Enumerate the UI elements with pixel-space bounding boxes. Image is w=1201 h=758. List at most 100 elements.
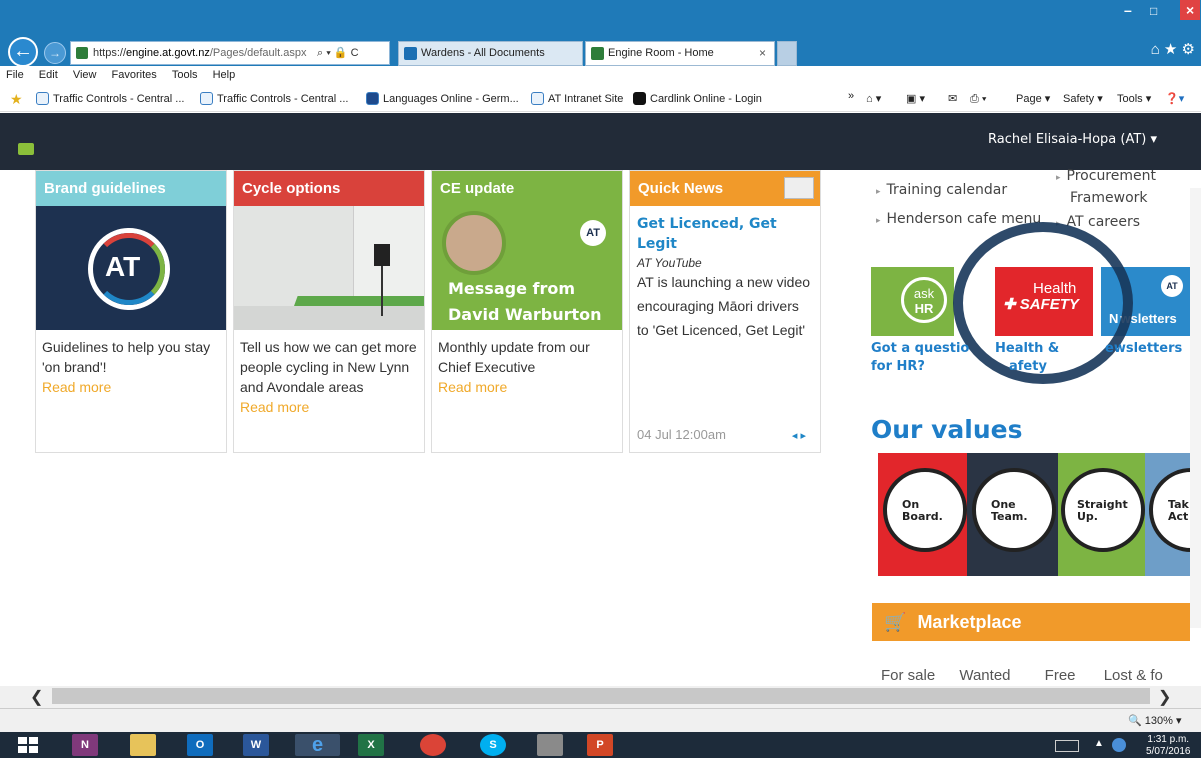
site-settings-icon[interactable]	[18, 143, 34, 155]
scroll-thumb[interactable]	[52, 688, 1150, 704]
search-lock-refresh-icons[interactable]: ⌕ ▾ 🔒 C	[317, 42, 359, 64]
file-explorer-icon[interactable]	[130, 734, 156, 756]
url-prefix: https://	[93, 47, 127, 59]
ask-hr-caption[interactable]: Got a questio for HR?	[871, 340, 969, 376]
favorite-link[interactable]: Traffic Controls - Central ...	[200, 91, 348, 107]
card-title[interactable]: Cycle options	[234, 171, 424, 206]
mail-icon[interactable]: ✉	[948, 91, 957, 107]
tab-wardens[interactable]: Wardens - All Documents	[398, 41, 583, 66]
new-tab-button[interactable]	[777, 41, 797, 66]
command-bar-overflow[interactable]: »	[848, 88, 854, 104]
word-icon[interactable]: W	[243, 734, 269, 756]
favorite-link[interactable]: AT Intranet Site	[531, 91, 623, 107]
languages-online-icon	[366, 92, 379, 105]
menu-favorites[interactable]: Favorites	[112, 66, 157, 84]
logo-text: AT	[105, 251, 141, 282]
link-training-calendar[interactable]: ▸ Training calendar	[876, 182, 1007, 198]
favorites-bar: ★ Traffic Controls - Central ... Traffic…	[0, 88, 1201, 112]
favorite-link[interactable]: Languages Online - Germ...	[366, 91, 519, 107]
read-more-link[interactable]: Read more	[438, 379, 507, 395]
card-cycle-options[interactable]: Cycle options Tell us how we can get mor…	[233, 170, 425, 453]
tab-engine-room[interactable]: Engine Room - Home ×	[585, 41, 775, 66]
ie-page-icon	[36, 92, 49, 105]
market-tab-free[interactable]: Free	[1045, 667, 1076, 684]
chrome-icon[interactable]	[420, 734, 446, 756]
market-tab-wanted[interactable]: Wanted	[959, 667, 1010, 684]
onenote-icon[interactable]: N	[72, 734, 98, 756]
news-description: AT is launching a new video encouraging …	[637, 274, 811, 338]
vertical-scrollbar[interactable]	[1190, 188, 1201, 628]
our-values-heading: Our values	[871, 415, 1023, 444]
print-dropdown-icon[interactable]: ⎙ ▾	[970, 91, 986, 107]
newsletters-caption[interactable]: ewsletters	[1105, 340, 1182, 358]
menu-view[interactable]: View	[73, 66, 97, 84]
news-nav-arrows[interactable]: ◂ ▸	[792, 429, 806, 442]
tab-label: Engine Room - Home	[608, 47, 714, 59]
card-title[interactable]: Brand guidelines	[36, 171, 226, 206]
menu-edit[interactable]: Edit	[39, 66, 58, 84]
scroll-left-icon[interactable]: ❮	[30, 687, 43, 707]
menu-help[interactable]: Help	[213, 66, 236, 84]
tray-app-icon[interactable]	[1112, 738, 1126, 752]
menu-file[interactable]: File	[6, 66, 24, 84]
tools-menu[interactable]: Tools ▾	[1117, 91, 1151, 107]
news-date: 04 Jul 12:00am	[637, 427, 726, 442]
tray-expand-icon[interactable]: ▲	[1094, 738, 1104, 749]
windows-start-icon[interactable]	[18, 737, 38, 753]
scroll-right-icon[interactable]: ❯	[1158, 687, 1171, 707]
marketplace-header[interactable]: 🛒 Marketplace	[872, 603, 1190, 641]
ask-hr-tile[interactable]: ask HR	[871, 267, 954, 336]
card-brand-guidelines[interactable]: Brand guidelines AT Guidelines to help y…	[35, 170, 227, 453]
menu-bar: File Edit View Favorites Tools Help	[0, 66, 1201, 88]
safety-menu[interactable]: Safety ▾	[1063, 91, 1103, 107]
outlook-icon[interactable]: O	[187, 734, 213, 756]
read-more-link[interactable]: Read more	[42, 379, 111, 395]
back-button[interactable]: ←	[8, 37, 38, 67]
excel-icon[interactable]: X	[358, 734, 384, 756]
home-dropdown-icon[interactable]: ⌂ ▾	[866, 91, 881, 107]
read-more-link[interactable]: Read more	[240, 399, 309, 415]
news-title-link[interactable]: Get Licenced, Get Legit	[637, 214, 814, 254]
help-dropdown-icon[interactable]: ❓▾	[1165, 91, 1184, 107]
marketplace-tabs: For sale Wanted Free Lost & fo	[881, 667, 1163, 684]
tab-label: Wardens - All Documents	[421, 47, 545, 59]
market-tab-lost-found[interactable]: Lost & fo	[1104, 667, 1163, 684]
feeds-dropdown-icon[interactable]: ▣ ▾	[906, 91, 925, 107]
zoom-level[interactable]: 🔍 130% ▾	[1128, 714, 1181, 727]
snipping-tool-icon[interactable]	[537, 734, 563, 756]
address-bar[interactable]: https://engine.at.govt.nz/Pages/default.…	[70, 41, 390, 65]
menu-tools[interactable]: Tools	[172, 66, 198, 84]
card-title[interactable]: CE update	[432, 171, 622, 206]
close-window-button[interactable]: ×	[1180, 0, 1201, 20]
value-straight-up: Straight Up.	[1065, 472, 1141, 548]
card-ce-update[interactable]: CE update AT Message from David Warburton…	[431, 170, 623, 453]
at-badge-icon: AT	[1161, 275, 1183, 297]
url-host: engine.at.govt.nz	[126, 47, 210, 59]
minimize-button[interactable]: –	[1124, 2, 1132, 18]
home-favorites-settings-icons[interactable]: ⌂ ★ ⚙	[1151, 40, 1195, 58]
forward-button[interactable]: →	[44, 42, 66, 64]
maximize-button[interactable]: □	[1150, 4, 1157, 18]
system-clock[interactable]: 1:31 p.m. 5/07/2016	[1146, 734, 1191, 758]
card-quick-news: Quick News Get Licenced, Get Legit AT Yo…	[629, 170, 821, 453]
status-bar: 🔍 130% ▾	[0, 708, 1201, 732]
favorite-link[interactable]: Traffic Controls - Central ...	[36, 91, 184, 107]
link-procurement-framework[interactable]: ▸ Procurement Framework	[1056, 166, 1156, 208]
horizontal-scrollbar[interactable]: ❮ ❯	[0, 686, 1201, 708]
skype-icon[interactable]: S	[480, 734, 506, 756]
favorites-star-icon[interactable]: ★	[10, 91, 23, 107]
keyboard-icon[interactable]	[1055, 740, 1079, 752]
user-menu[interactable]: Rachel Elisaia-Hopa (AT) ▾	[988, 132, 1157, 147]
page-menu[interactable]: Page ▾	[1016, 91, 1050, 107]
close-tab-icon[interactable]: ×	[759, 42, 766, 65]
market-tab-for-sale[interactable]: For sale	[881, 667, 935, 684]
value-one-team: One Team.	[976, 472, 1052, 548]
favorite-link[interactable]: Cardlink Online - Login	[633, 91, 762, 107]
card-body: Guidelines to help you stay 'on brand'! …	[36, 330, 226, 397]
health-safety-caption[interactable]: Health & afety	[995, 340, 1059, 376]
card-text: Guidelines to help you stay 'on brand'!	[42, 339, 211, 375]
internet-explorer-icon[interactable]: e	[295, 734, 340, 756]
news-source: AT YouTube	[637, 256, 702, 270]
ie-page-icon	[200, 92, 213, 105]
powerpoint-icon[interactable]: P	[587, 734, 613, 756]
